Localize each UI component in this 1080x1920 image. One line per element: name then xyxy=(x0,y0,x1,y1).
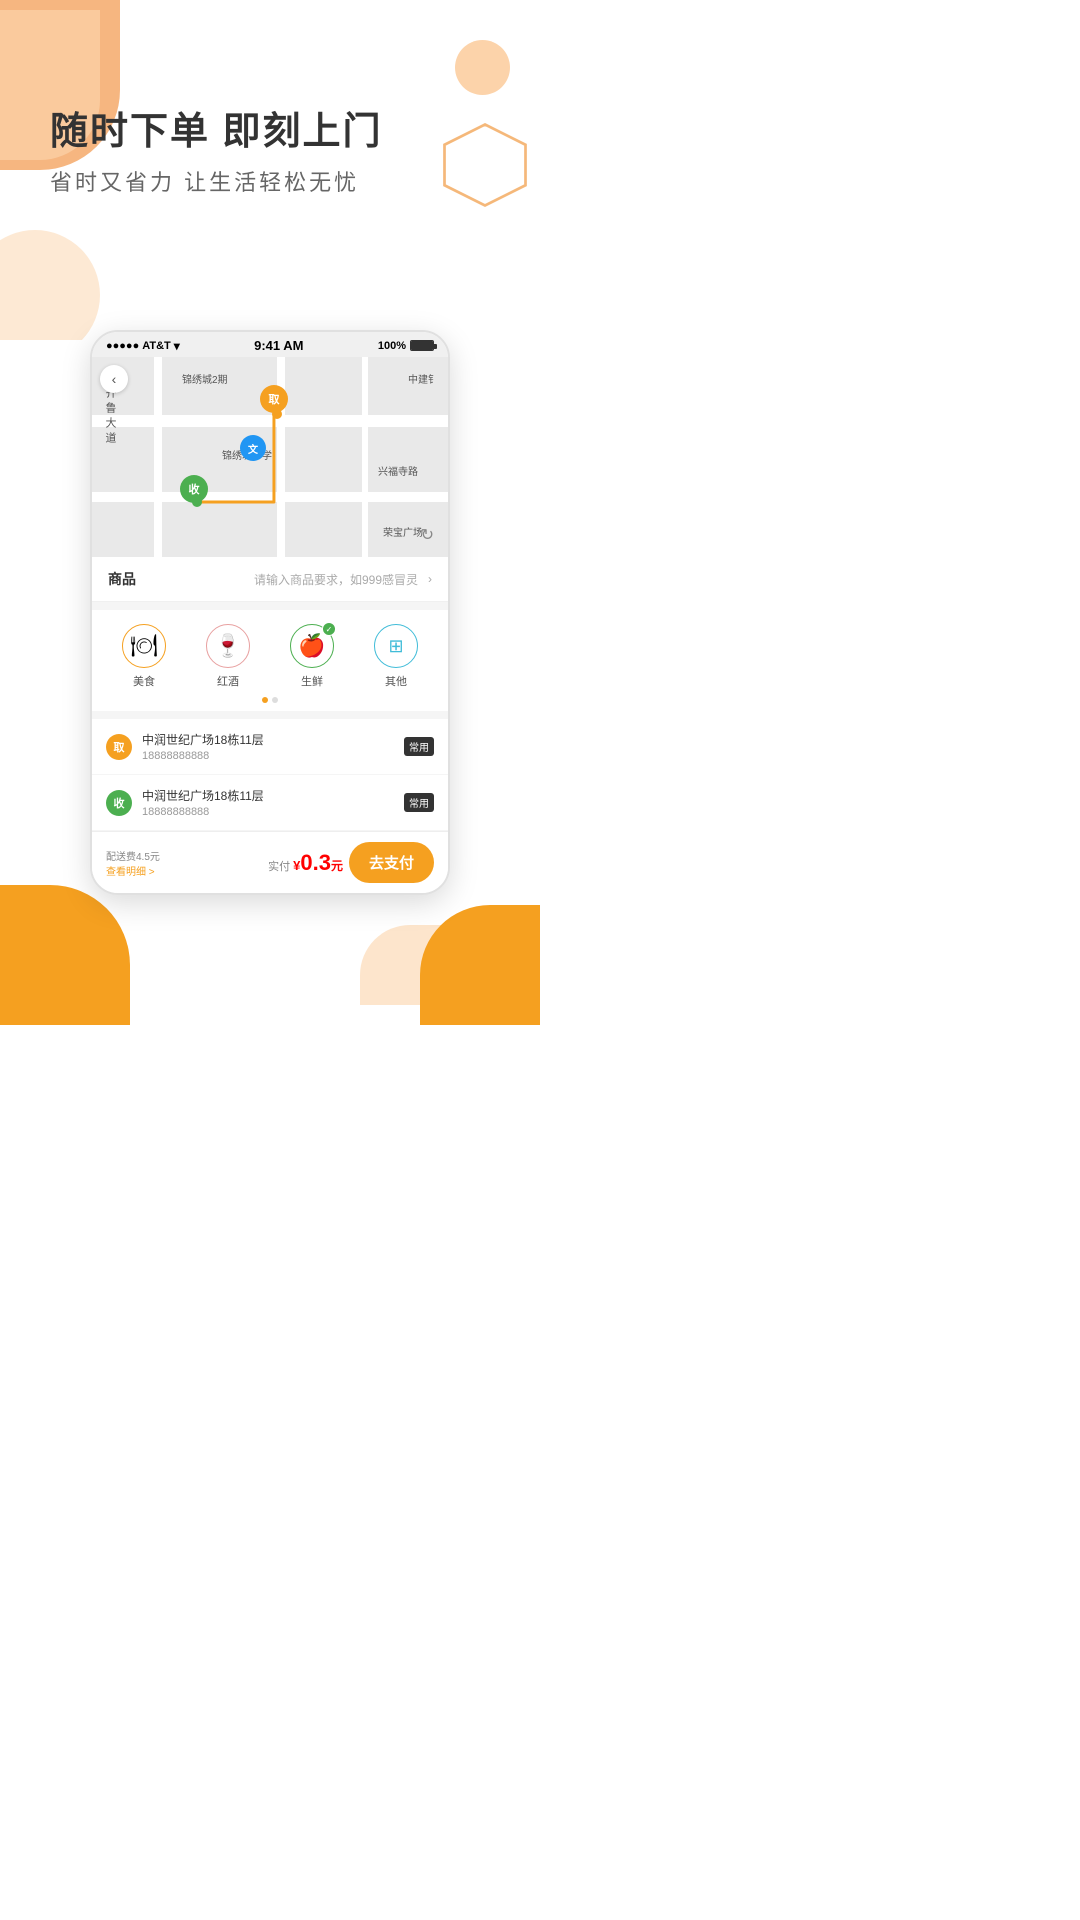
status-battery-area: 100% xyxy=(378,340,434,352)
addr-tag-qu: 常用 xyxy=(404,737,434,756)
map-back-button[interactable]: ‹ xyxy=(100,365,128,393)
addr-name-qu: 中润世纪广场18栋11层 xyxy=(142,731,394,748)
wine-emoji: 🍷 xyxy=(214,633,241,659)
other-emoji: ⊞ xyxy=(388,636,403,657)
deco-bottom-left-circle xyxy=(0,230,100,340)
map-pin-shou: 收 xyxy=(180,475,208,503)
hero-section: 随时下单 即刻上门 省时又省力 让生活轻松无忧 xyxy=(0,0,540,340)
addr-phone-qu: 18888888888 xyxy=(142,750,394,762)
hero-text: 随时下单 即刻上门 省时又省力 让生活轻松无忧 xyxy=(50,100,383,197)
addr-tag-shou: 常用 xyxy=(404,793,434,812)
hero-subtitle: 省时又省力 让生活轻松无忧 xyxy=(50,165,383,197)
fresh-emoji: 🍎 xyxy=(298,633,325,659)
map-road-v3 xyxy=(362,357,368,557)
map-area[interactable]: 锦绣城2期 中建钅 锦绣城小学 兴福寺路 荣宝广场 齐鲁大道 取 收 xyxy=(92,357,448,557)
category-row: 🍽 美食 🍷 红酒 🍎 ✓ xyxy=(102,624,438,689)
signal-dots: ●●●●● xyxy=(106,340,139,352)
map-refresh-icon[interactable]: ↻ xyxy=(421,525,434,545)
bottom-deco xyxy=(0,885,540,1025)
goods-arrow-icon: › xyxy=(428,572,432,586)
wifi-icon: ▾ xyxy=(174,339,180,353)
category-name-fresh: 生鲜 xyxy=(301,673,323,689)
goods-label: 商品 xyxy=(108,569,136,589)
hero-title: 随时下单 即刻上门 xyxy=(50,100,383,155)
addr-pin-qu: 取 xyxy=(106,734,132,760)
carrier-name: AT&T xyxy=(142,340,171,352)
category-icon-other: ⊞ xyxy=(374,624,418,668)
map-label-rong: 荣宝广场 xyxy=(383,524,423,539)
category-name-wine: 红酒 xyxy=(217,673,239,689)
cat-dot-2 xyxy=(272,697,278,703)
category-item-wine[interactable]: 🍷 红酒 xyxy=(206,624,250,689)
map-background: 锦绣城2期 中建钅 锦绣城小学 兴福寺路 荣宝广场 齐鲁大道 取 收 xyxy=(92,357,448,557)
addr-pin-shou: 收 xyxy=(106,790,132,816)
bottom-fee-section: 配送费4.5元 查看明细 > xyxy=(106,848,262,878)
battery-icon xyxy=(410,340,434,351)
category-item-fresh[interactable]: 🍎 ✓ 生鲜 xyxy=(290,624,334,689)
category-item-other[interactable]: ⊞ 其他 xyxy=(374,624,418,689)
category-icon-food: 🍽 xyxy=(122,624,166,668)
total-label: 实付 xyxy=(268,861,293,873)
address-item-qu[interactable]: 取 中润世纪广场18栋11层 18888888888 常用 xyxy=(92,719,448,775)
status-time: 9:41 AM xyxy=(254,338,303,353)
category-section: 🍽 美食 🍷 红酒 🍎 ✓ xyxy=(92,610,448,711)
pay-button[interactable]: 去支付 xyxy=(349,842,434,883)
price-value: 0.3 xyxy=(300,850,331,875)
deco-top-right-circle xyxy=(455,40,510,95)
map-road-h2 xyxy=(92,492,448,502)
addr-phone-shou: 18888888888 xyxy=(142,806,394,818)
map-label-area: 锦绣城2期 xyxy=(182,371,228,386)
map-label-street: 兴福寺路 xyxy=(378,463,418,478)
map-label-qilu: 齐鲁大道 xyxy=(102,387,118,447)
address-section: 取 中润世纪广场18栋11层 18888888888 常用 收 中润世纪广场18… xyxy=(92,719,448,831)
addr-name-shou: 中润世纪广场18栋11层 xyxy=(142,787,394,804)
goods-input[interactable]: 请输入商品要求，如999感冒灵 xyxy=(146,571,418,588)
phone-section: ●●●●● AT&T ▾ 9:41 AM 100% xyxy=(0,330,540,895)
goods-bar: 商品 请输入商品要求，如999感冒灵 › xyxy=(92,557,448,602)
map-road-h1 xyxy=(92,415,448,427)
app-content: 商品 请输入商品要求，如999感冒灵 › 🍽 美食 🍷 xyxy=(92,557,448,893)
category-item-food[interactable]: 🍽 美食 xyxy=(122,624,166,689)
status-bar: ●●●●● AT&T ▾ 9:41 AM 100% xyxy=(92,332,448,357)
map-pin-qu: 取 xyxy=(260,385,288,413)
status-carrier: ●●●●● AT&T ▾ xyxy=(106,339,180,353)
bottom-total: 实付 ¥0.3元 xyxy=(268,850,343,876)
battery-fill xyxy=(411,341,433,350)
map-label-road1: 中建钅 xyxy=(408,371,438,386)
map-road-v1 xyxy=(154,357,162,557)
address-item-shou[interactable]: 收 中润世纪广场18栋11层 18888888888 常用 xyxy=(92,775,448,831)
addr-info-qu: 中润世纪广场18栋11层 18888888888 xyxy=(142,731,394,762)
bottom-bar: 配送费4.5元 查看明细 > 实付 ¥0.3元 去支付 xyxy=(92,831,448,893)
category-check-icon: ✓ xyxy=(322,622,336,636)
category-name-other: 其他 xyxy=(385,673,407,689)
deco-hexagon xyxy=(440,120,530,210)
category-icon-wine: 🍷 xyxy=(206,624,250,668)
category-dots xyxy=(102,697,438,703)
deco-bottom-right-orange xyxy=(420,905,540,1025)
cat-dot-1 xyxy=(262,697,268,703)
addr-info-shou: 中润世纪广场18栋11层 18888888888 xyxy=(142,787,394,818)
fee-label: 配送费4.5元 xyxy=(106,848,262,863)
food-emoji: 🍽 xyxy=(130,633,158,659)
category-name-food: 美食 xyxy=(133,673,155,689)
map-pin-wen: 文 xyxy=(240,435,266,461)
phone-mockup: ●●●●● AT&T ▾ 9:41 AM 100% xyxy=(90,330,450,895)
category-icon-fresh: 🍎 ✓ xyxy=(290,624,334,668)
fee-detail-link[interactable]: 查看明细 > xyxy=(106,863,262,878)
total-price: ¥0.3元 xyxy=(293,857,343,873)
battery-percent: 100% xyxy=(378,340,406,352)
deco-bottom-left xyxy=(0,885,130,1025)
price-unit: 元 xyxy=(331,859,343,873)
